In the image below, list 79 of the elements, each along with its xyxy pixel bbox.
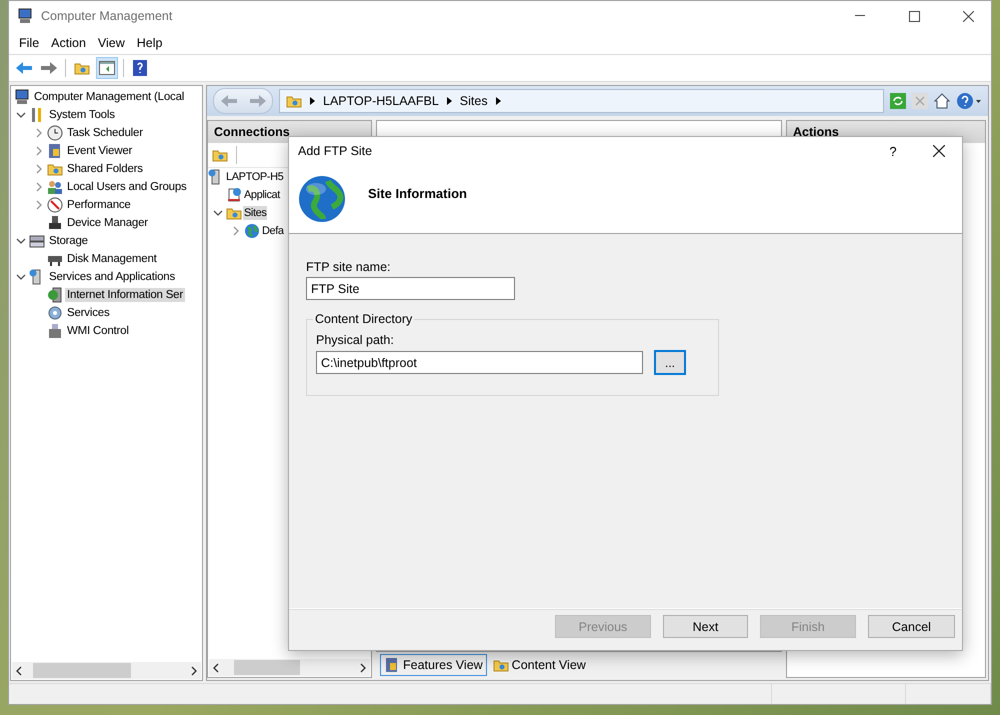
group-title: Content Directory <box>314 312 414 326</box>
collapse-chevron-icon[interactable] <box>213 210 223 216</box>
tree-item[interactable]: Device Manager <box>65 216 150 230</box>
menu-item[interactable]: Action <box>45 36 92 50</box>
breadcrumb-item[interactable]: Sites <box>460 94 488 108</box>
tree-item[interactable]: Services <box>65 306 112 320</box>
log-icon <box>47 143 63 159</box>
gear-icon <box>47 305 63 321</box>
globe-icon <box>244 223 260 239</box>
site-name-field[interactable]: FTP Site <box>306 277 515 300</box>
tree-item[interactable]: Defa <box>261 224 285 238</box>
field-label: Physical path: <box>316 333 395 347</box>
scroll-right-icon[interactable] <box>190 666 197 676</box>
drive-icon <box>29 233 45 249</box>
computer-icon <box>14 89 30 105</box>
tree-item[interactable]: Applicat <box>243 188 281 202</box>
wizard-button[interactable]: Next <box>663 615 748 638</box>
collapse-chevron-icon[interactable] <box>16 112 26 118</box>
expand-chevron-icon[interactable] <box>233 226 239 236</box>
page-heading: Site Information <box>368 186 467 200</box>
tree-item[interactable]: Local Users and Groups <box>65 180 189 194</box>
clock-icon <box>47 125 63 141</box>
help-button[interactable]: ? <box>870 144 916 158</box>
back-icon[interactable] <box>15 61 33 75</box>
tree-item[interactable]: Sites <box>243 206 268 220</box>
tree-item[interactable]: Shared Folders <box>65 162 145 176</box>
close-icon[interactable] <box>962 10 974 22</box>
menu-item[interactable]: File <box>13 36 46 50</box>
device-icon <box>47 215 63 231</box>
scroll-left-icon[interactable] <box>16 666 23 676</box>
console-tree-icon[interactable] <box>99 61 115 75</box>
dialog-title: Add FTP Site <box>298 144 374 158</box>
home-icon[interactable] <box>934 93 950 109</box>
tree-item[interactable]: Internet Information Ser <box>65 288 186 302</box>
physical-path-field[interactable]: C:\inetpub\ftproot <box>316 351 643 374</box>
scroll-left-icon[interactable] <box>213 662 220 672</box>
horizontal-scrollbar[interactable] <box>12 662 201 679</box>
globe-icon <box>298 175 346 223</box>
tree-item[interactable]: Computer Management (Local <box>32 90 186 104</box>
window-title: Computer Management <box>41 9 174 23</box>
tree-item[interactable]: System Tools <box>47 108 117 122</box>
field-label: FTP site name: <box>306 260 392 274</box>
refresh-icon[interactable] <box>890 93 906 109</box>
tree-item[interactable]: Disk Management <box>65 252 159 266</box>
address-bar[interactable]: LAPTOP-H5LAAFBL Sites <box>279 89 884 113</box>
breadcrumb-arrow-icon[interactable] <box>496 97 501 105</box>
help-icon[interactable] <box>956 92 982 110</box>
log-icon <box>384 657 400 673</box>
collapse-chevron-icon[interactable] <box>16 274 26 280</box>
menu-item[interactable]: View <box>92 36 131 50</box>
breadcrumb-arrow-icon[interactable] <box>446 97 452 105</box>
minimize-icon[interactable] <box>855 15 865 17</box>
horizontal-scrollbar[interactable] <box>209 659 370 676</box>
gauge-icon <box>47 197 63 213</box>
computer-icon <box>17 8 33 24</box>
wmi-icon <box>47 323 63 339</box>
breadcrumb-item[interactable]: LAPTOP-H5LAAFBL <box>323 94 439 108</box>
users-icon <box>47 179 63 195</box>
tree-item[interactable]: Services and Applications <box>47 270 178 284</box>
breadcrumb-arrow-icon[interactable] <box>310 97 315 105</box>
scroll-right-icon[interactable] <box>359 662 366 672</box>
tree-item[interactable]: WMI Control <box>65 324 131 338</box>
wizard-button[interactable]: Cancel <box>868 615 955 638</box>
tree-item[interactable]: Task Scheduler <box>65 126 145 140</box>
web-server-icon <box>47 287 63 303</box>
help-icon[interactable] <box>133 60 147 76</box>
tree-item[interactable]: Storage <box>47 234 90 248</box>
close-icon[interactable] <box>933 145 945 157</box>
tree-item[interactable]: Event Viewer <box>65 144 134 158</box>
app-pool-icon <box>226 187 242 203</box>
collapse-chevron-icon[interactable] <box>16 238 26 244</box>
view-tab[interactable]: Content View <box>488 654 590 676</box>
tree-item[interactable]: Performance <box>65 198 133 212</box>
forward-icon[interactable] <box>40 61 58 75</box>
browse-button[interactable]: ... <box>654 350 686 375</box>
menu-item[interactable]: Help <box>130 36 168 50</box>
tree-item[interactable]: LAPTOP-H5 <box>225 170 284 184</box>
maximize-icon[interactable] <box>908 10 920 22</box>
view-tab[interactable]: Features View <box>380 654 487 676</box>
